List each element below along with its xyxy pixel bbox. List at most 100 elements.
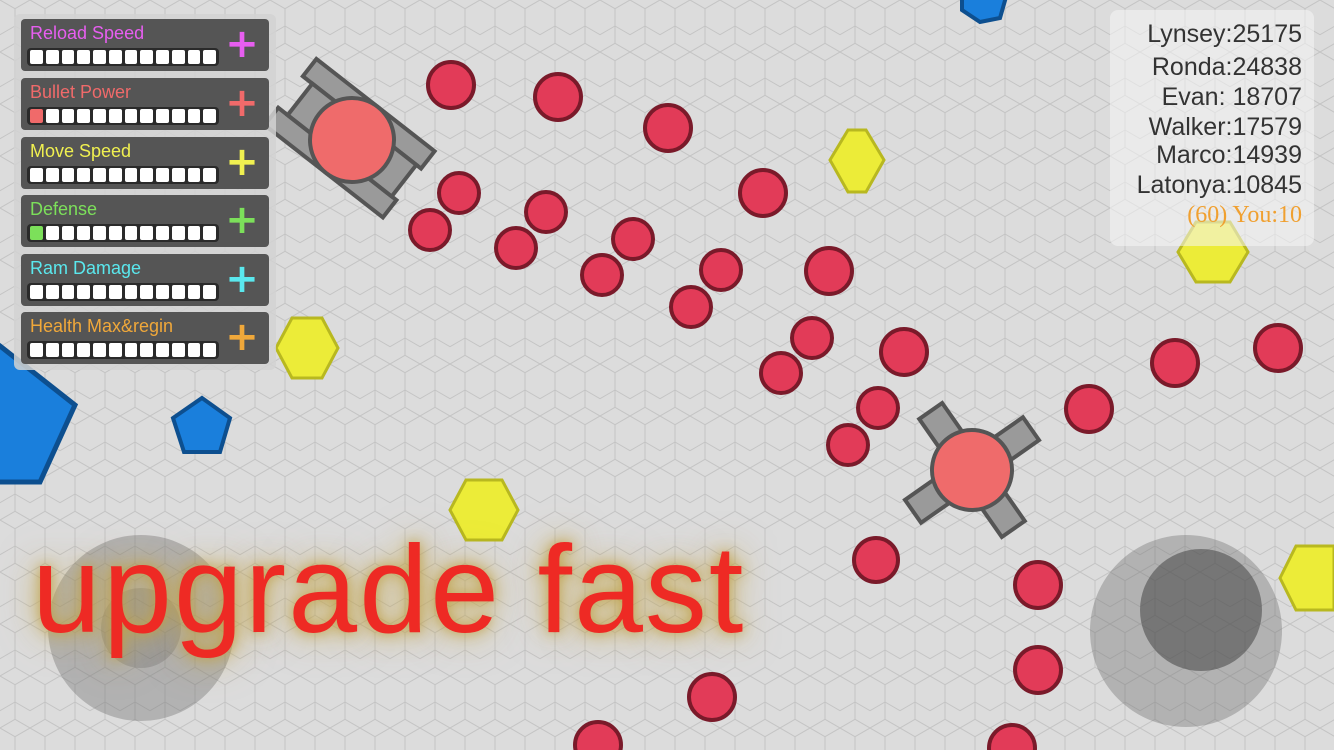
upgrade-label: Move Speed xyxy=(30,141,132,161)
upgrade-row-bullet-power: Bullet Power + xyxy=(21,78,269,130)
upgrade-segment xyxy=(108,343,122,357)
bullet xyxy=(1013,645,1063,695)
plus-icon[interactable]: + xyxy=(225,142,259,182)
upgrade-segment xyxy=(77,50,90,64)
upgrade-segment xyxy=(187,109,201,123)
upgrade-segment xyxy=(171,109,185,123)
upgrade-segment xyxy=(187,285,201,299)
upgrade-progress-bar xyxy=(27,224,219,242)
upgrade-segment xyxy=(61,168,75,182)
bullet xyxy=(687,672,737,722)
upgrade-segment xyxy=(140,285,153,299)
upgrade-segment xyxy=(156,168,169,182)
plus-icon[interactable]: + xyxy=(225,259,259,299)
leaderboard-you: (60) You:10 xyxy=(1187,202,1302,228)
bullet xyxy=(494,226,538,270)
upgrade-segment xyxy=(156,343,169,357)
upgrade-segment xyxy=(140,226,153,240)
bullet xyxy=(611,217,655,261)
upgrade-progress-bar xyxy=(27,341,219,359)
upgrade-segment xyxy=(108,285,122,299)
upgrade-row-health-max-regen: Health Max&regin + xyxy=(21,312,269,364)
upgrade-segment xyxy=(124,226,138,240)
upgrade-row-defense: Defense + xyxy=(21,195,269,247)
upgrade-segment xyxy=(124,285,138,299)
upgrade-segment xyxy=(61,285,75,299)
aim-joystick-knob[interactable] xyxy=(1140,549,1262,671)
upgrade-progress-bar xyxy=(27,48,219,66)
bullet xyxy=(1064,384,1114,434)
bullet xyxy=(643,103,693,153)
upgrade-segment xyxy=(45,50,59,64)
upgrade-segment xyxy=(140,50,153,64)
upgrade-segment xyxy=(171,168,185,182)
bullet xyxy=(524,190,568,234)
upgrade-progress-bar xyxy=(27,166,219,184)
bullet xyxy=(790,316,834,360)
upgrade-row-move-speed: Move Speed + xyxy=(21,137,269,189)
upgrade-row-ram-damage: Ram Damage + xyxy=(21,254,269,306)
leaderboard: Lynsey:25175 Ronda:24838 Evan: 18707 Wal… xyxy=(1110,10,1314,246)
bullet xyxy=(437,171,481,215)
upgrade-segment xyxy=(203,168,216,182)
upgrade-segment xyxy=(203,285,216,299)
upgrade-segment xyxy=(124,50,138,64)
upgrade-segment xyxy=(187,226,201,240)
promo-caption: upgrade fast xyxy=(32,521,746,659)
upgrade-segment xyxy=(187,343,201,357)
upgrade-segment xyxy=(203,50,216,64)
bullet xyxy=(759,351,803,395)
upgrade-segment xyxy=(77,109,90,123)
bullet xyxy=(408,208,452,252)
upgrade-segment xyxy=(61,109,75,123)
upgrade-segment xyxy=(108,168,122,182)
upgrade-segment xyxy=(203,109,216,123)
upgrade-segment xyxy=(61,226,75,240)
upgrade-segment xyxy=(61,343,75,357)
bullet xyxy=(573,720,623,750)
upgrade-segment xyxy=(93,226,106,240)
bullet xyxy=(856,386,900,430)
bullet xyxy=(580,253,624,297)
aim-joystick[interactable] xyxy=(1090,535,1282,727)
upgrade-segment xyxy=(77,285,90,299)
upgrade-segment xyxy=(77,226,90,240)
upgrade-label: Health Max&regin xyxy=(30,316,174,336)
upgrade-segment xyxy=(45,109,59,123)
upgrade-segment xyxy=(30,285,43,299)
upgrade-segment xyxy=(140,168,153,182)
upgrade-segment xyxy=(93,168,106,182)
upgrade-segment xyxy=(45,168,59,182)
upgrade-segment xyxy=(108,50,122,64)
bullet xyxy=(1253,323,1303,373)
upgrade-segment xyxy=(30,50,43,64)
bullet xyxy=(879,327,929,377)
bullet xyxy=(669,285,713,329)
upgrade-segment xyxy=(30,109,43,123)
upgrade-segment xyxy=(124,109,138,123)
leaderboard-entry: Lynsey:25175 xyxy=(1147,20,1302,48)
upgrade-segment xyxy=(108,226,122,240)
upgrade-label: Reload Speed xyxy=(30,23,145,43)
plus-icon[interactable]: + xyxy=(225,24,259,64)
upgrade-segment xyxy=(156,285,169,299)
upgrade-panel: Reload Speed + Bullet Power + Move Speed… xyxy=(14,14,276,370)
plus-icon[interactable]: + xyxy=(225,83,259,123)
bullet xyxy=(426,60,476,110)
upgrade-segment xyxy=(30,168,43,182)
leaderboard-entry: Walker:17579 xyxy=(1148,113,1302,141)
bullet xyxy=(826,423,870,467)
upgrade-segment xyxy=(140,109,153,123)
bullet xyxy=(699,248,743,292)
upgrade-segment xyxy=(61,50,75,64)
upgrade-segment xyxy=(108,109,122,123)
bullet xyxy=(852,536,900,584)
leaderboard-entry: Latonya:10845 xyxy=(1136,171,1302,199)
upgrade-segment xyxy=(171,285,185,299)
plus-icon[interactable]: + xyxy=(225,317,259,357)
plus-icon[interactable]: + xyxy=(225,200,259,240)
leaderboard-entry: Marco:14939 xyxy=(1156,141,1302,169)
leaderboard-entry: Ronda:24838 xyxy=(1151,53,1302,81)
bullet xyxy=(1013,560,1063,610)
upgrade-segment xyxy=(187,50,201,64)
